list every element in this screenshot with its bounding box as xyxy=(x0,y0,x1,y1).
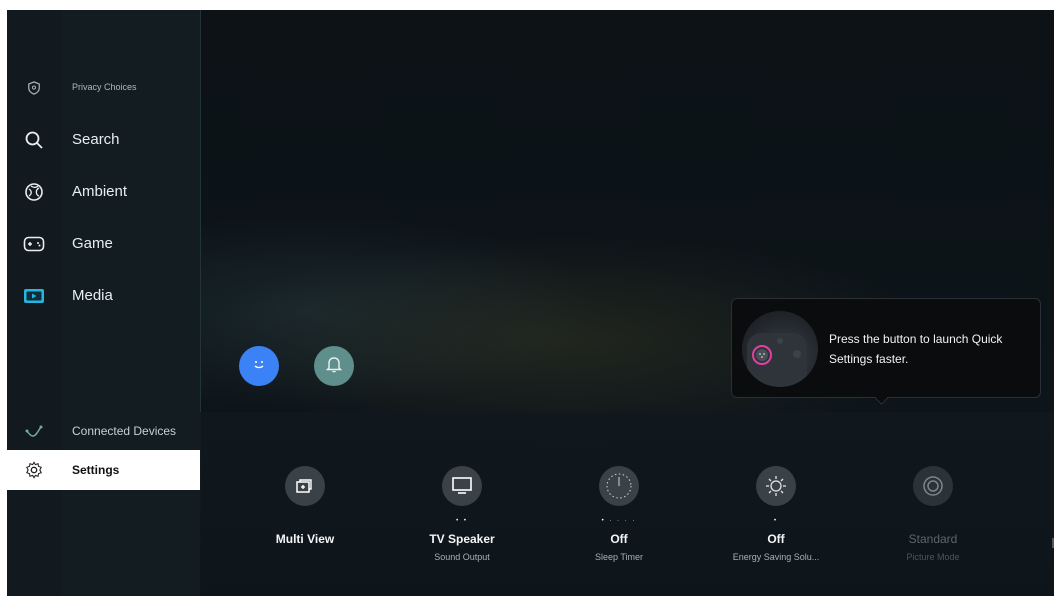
quick-setting-subtitle: Energy Saving Solu... xyxy=(732,552,820,562)
connected-devices-icon xyxy=(21,419,47,445)
sidebar-item-privacy-choices[interactable]: Privacy Choices xyxy=(7,66,200,110)
sidebar-item-label: Privacy Choices xyxy=(72,82,137,92)
tooltip-arrow xyxy=(875,392,888,405)
notifications-button[interactable] xyxy=(314,346,354,386)
tv-icon xyxy=(442,466,482,506)
sidebar-item-label: Game xyxy=(72,235,113,252)
option-indicator: • · · · · xyxy=(601,518,637,524)
gear-icon xyxy=(21,457,47,483)
option-indicator: • xyxy=(773,518,779,524)
ambient-icon xyxy=(21,179,47,205)
sidebar-item-game[interactable]: Game xyxy=(7,222,200,266)
option-indicator: • • xyxy=(456,518,468,524)
quick-setting-sleep-timer[interactable]: • · · · · Off Sleep Timer xyxy=(549,466,689,576)
multi-view-icon xyxy=(285,466,325,506)
quick-setting-title: Off xyxy=(610,532,628,546)
quick-settings-bar: Multi View • • TV Speaker Sound Output •… xyxy=(200,412,1054,596)
sidebar-item-settings[interactable]: Settings xyxy=(7,450,200,490)
sidebar-item-connected-devices[interactable]: Connected Devices xyxy=(7,410,200,454)
sidebar-item-label: Connected Devices xyxy=(72,424,177,438)
quick-setting-picture-mode[interactable]: Standard Picture Mode xyxy=(863,466,1003,576)
shield-icon xyxy=(21,75,47,101)
sidebar-item-label: Search xyxy=(72,131,120,148)
sidebar-item-label: Settings xyxy=(72,463,120,477)
quick-setting-multi-view[interactable]: Multi View xyxy=(235,466,375,576)
quick-setting-subtitle: Sleep Timer xyxy=(594,552,644,562)
quick-setting-title: TV Speaker xyxy=(429,532,495,546)
media-icon xyxy=(21,283,47,309)
bell-icon xyxy=(325,355,343,378)
quick-setting-energy-saving[interactable]: • Off Energy Saving Solu... xyxy=(706,466,846,576)
quick-settings-tooltip: Press the button to launch Quick Setting… xyxy=(731,298,1041,405)
gamepad-icon xyxy=(21,231,47,257)
tooltip-message: Press the button to launch Quick Setting… xyxy=(829,332,1003,366)
sidebar-item-media[interactable]: Media xyxy=(7,274,200,318)
energy-icon xyxy=(756,466,796,506)
remote-control-image xyxy=(742,311,818,387)
sidebar-item-label: Ambient xyxy=(72,183,128,200)
quick-setting-subtitle: Sound Output xyxy=(434,552,490,562)
sidebar-item-label: Media xyxy=(72,287,113,304)
tv-home-screen: Privacy Choices Search Ambient Game Medi… xyxy=(7,10,1054,596)
quick-setting-title: Multi View xyxy=(275,532,335,546)
clock-icon xyxy=(599,466,639,506)
search-icon xyxy=(21,127,47,153)
quick-setting-title: Standard xyxy=(908,532,958,546)
picture-mode-icon xyxy=(913,466,953,506)
profile-button[interactable] xyxy=(239,346,279,386)
smiley-icon xyxy=(250,355,268,378)
quick-setting-title: Off xyxy=(767,532,785,546)
sidebar-item-ambient[interactable]: Ambient xyxy=(7,170,200,214)
quick-setting-sound-output[interactable]: • • TV Speaker Sound Output xyxy=(392,466,532,576)
sidebar-item-search[interactable]: Search xyxy=(7,118,200,162)
quick-setting-subtitle: Picture Mode xyxy=(906,552,960,562)
